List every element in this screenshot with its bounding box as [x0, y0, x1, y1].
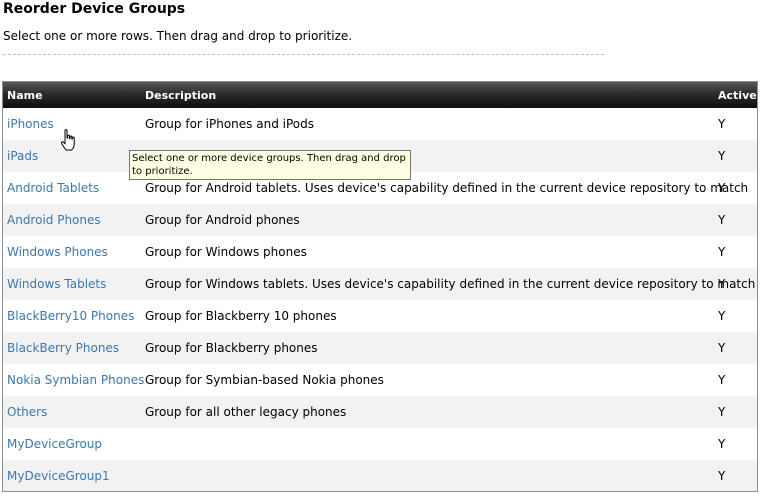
table-row[interactable]: Android Phones Group for Android phones … — [3, 204, 757, 236]
device-group-active: Y — [718, 149, 726, 163]
table-row[interactable]: BlackBerry10 Phones Group for Blackberry… — [3, 300, 757, 332]
drag-drop-tooltip: Select one or more device groups. Then d… — [129, 150, 411, 180]
device-group-name-link[interactable]: BlackBerry Phones — [7, 341, 119, 355]
table-row[interactable]: MyDeviceGroup1 Y — [3, 460, 757, 491]
device-group-active: Y — [718, 117, 726, 131]
table-row[interactable]: Others Group for all other legacy phones… — [3, 396, 757, 428]
device-group-description: Group for all other legacy phones — [145, 405, 347, 419]
device-group-description: Group for Blackberry 10 phones — [145, 309, 337, 323]
table-row[interactable]: Nokia Symbian Phones Group for Symbian-b… — [3, 364, 757, 396]
hand-pointer-icon — [61, 129, 75, 151]
device-group-active: Y — [718, 437, 726, 451]
device-group-active: Y — [718, 309, 726, 323]
device-group-name-link[interactable]: iPads — [7, 149, 38, 163]
device-group-name-link[interactable]: Windows Phones — [7, 245, 108, 259]
device-group-name-link[interactable]: Android Tablets — [7, 181, 99, 195]
device-group-active: Y — [718, 213, 726, 227]
device-group-name-link[interactable]: Nokia Symbian Phones — [7, 373, 144, 387]
device-group-active: Y — [718, 245, 726, 259]
device-group-active: Y — [718, 341, 726, 355]
device-group-active: Y — [718, 181, 726, 195]
table-row[interactable]: Windows Tablets Group for Windows tablet… — [3, 268, 757, 300]
device-group-name-link[interactable]: MyDeviceGroup — [7, 437, 102, 451]
column-header-name[interactable]: Name — [7, 89, 43, 102]
device-groups-table: Name Description Active iPhones Group fo… — [2, 81, 758, 492]
device-group-description: Group for Symbian-based Nokia phones — [145, 373, 384, 387]
device-group-name-link[interactable]: iPhones — [7, 117, 54, 131]
device-group-name-link[interactable]: BlackBerry10 Phones — [7, 309, 134, 323]
page-title: Reorder Device Groups — [3, 1, 186, 17]
device-group-active: Y — [718, 373, 726, 387]
device-group-active: Y — [718, 277, 726, 291]
divider — [3, 54, 604, 55]
device-group-name-link[interactable]: Others — [7, 405, 47, 419]
device-group-name-link[interactable]: Android Phones — [7, 213, 101, 227]
column-header-description[interactable]: Description — [145, 89, 216, 102]
instructions-text: Select one or more rows. Then drag and d… — [3, 29, 353, 43]
device-group-name-link[interactable]: Windows Tablets — [7, 277, 106, 291]
device-group-description: Group for Android phones — [145, 213, 300, 227]
table-row[interactable]: iPhones Group for iPhones and iPods Y — [3, 108, 757, 140]
device-group-description: Group for Android tablets. Uses device's… — [145, 181, 749, 195]
device-group-name-link[interactable]: MyDeviceGroup1 — [7, 469, 110, 483]
device-group-description: Group for Windows tablets. Uses device's… — [145, 277, 756, 291]
device-group-description: Group for Blackberry phones — [145, 341, 318, 355]
device-group-description: Group for iPhones and iPods — [145, 117, 314, 131]
device-group-active: Y — [718, 405, 726, 419]
table-header: Name Description Active — [3, 82, 757, 108]
table-row[interactable]: Windows Phones Group for Windows phones … — [3, 236, 757, 268]
device-group-active: Y — [718, 469, 726, 483]
device-group-description: Group for Windows phones — [145, 245, 307, 259]
column-header-active[interactable]: Active — [718, 89, 757, 102]
table-row[interactable]: MyDeviceGroup Y — [3, 428, 757, 460]
table-row[interactable]: BlackBerry Phones Group for Blackberry p… — [3, 332, 757, 364]
